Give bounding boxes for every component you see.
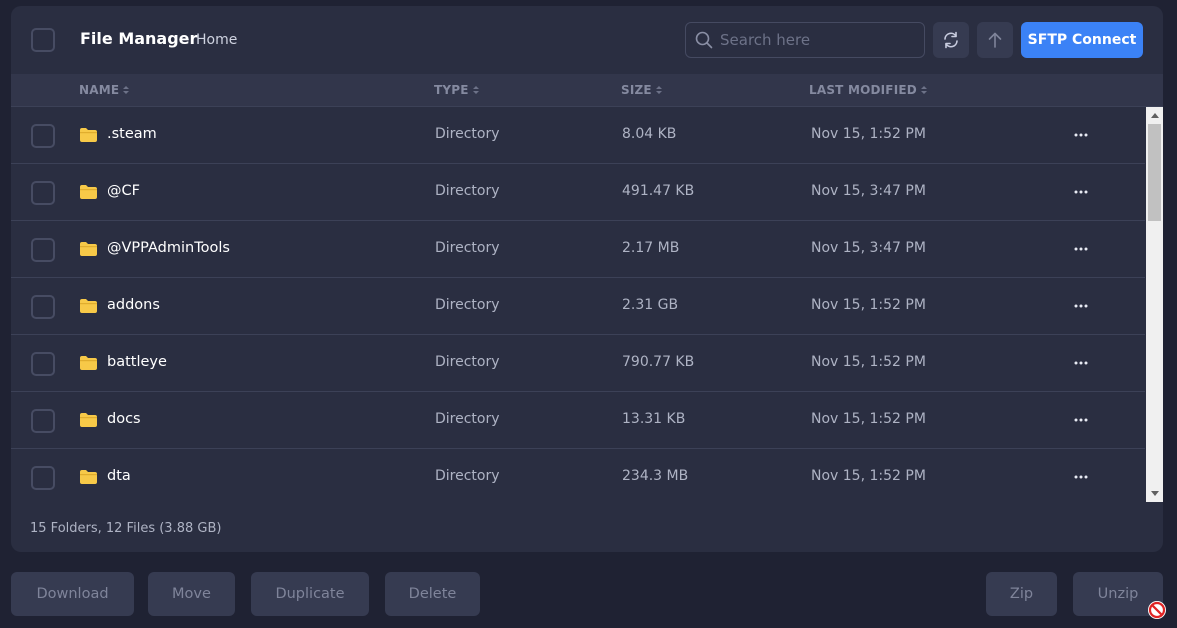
- folder-icon: [80, 413, 97, 427]
- breadcrumb[interactable]: Home: [196, 32, 237, 48]
- sftp-connect-button[interactable]: SFTP Connect: [1021, 22, 1143, 58]
- delete-button[interactable]: Delete: [385, 572, 480, 616]
- table-row[interactable]: docs Directory 13.31 KB Nov 15, 1:52 PM: [11, 392, 1145, 449]
- file-name[interactable]: @CF: [107, 183, 140, 199]
- file-type: Directory: [435, 297, 500, 313]
- caret-up-icon: [1150, 113, 1159, 118]
- file-size: 790.77 KB: [622, 354, 695, 370]
- file-name[interactable]: addons: [107, 297, 160, 313]
- file-size: 2.31 GB: [622, 297, 679, 313]
- file-modified: Nov 15, 1:52 PM: [811, 468, 926, 484]
- search-icon: [695, 31, 713, 49]
- table-row[interactable]: @CF Directory 491.47 KB Nov 15, 3:47 PM: [11, 164, 1145, 221]
- row-checkbox[interactable]: [31, 295, 55, 319]
- folder-icon: [80, 356, 97, 370]
- file-name[interactable]: @VPPAdminTools: [107, 240, 230, 256]
- file-size: 2.17 MB: [622, 240, 680, 256]
- folder-icon: [80, 128, 97, 142]
- column-modified-header[interactable]: LAST MODIFIED: [809, 83, 927, 97]
- arrow-up-icon: [988, 32, 1002, 48]
- file-type: Directory: [435, 183, 500, 199]
- download-button[interactable]: Download: [11, 572, 134, 616]
- column-type-header[interactable]: TYPE: [434, 83, 479, 97]
- file-name[interactable]: docs: [107, 411, 141, 427]
- folder-summary: 15 Folders, 12 Files (3.88 GB): [30, 521, 222, 536]
- row-checkbox[interactable]: [31, 124, 55, 148]
- column-type-label: TYPE: [434, 83, 469, 97]
- more-icon[interactable]: [1074, 418, 1088, 422]
- caret-down-icon: [1150, 491, 1159, 496]
- file-name[interactable]: dta: [107, 468, 131, 484]
- sort-icon: [123, 86, 130, 94]
- file-size: 13.31 KB: [622, 411, 686, 427]
- sort-icon: [655, 86, 662, 94]
- folder-icon: [80, 299, 97, 313]
- more-icon[interactable]: [1074, 361, 1088, 365]
- file-modified: Nov 15, 1:52 PM: [811, 411, 926, 427]
- file-type: Directory: [435, 126, 500, 142]
- file-size: 234.3 MB: [622, 468, 689, 484]
- folder-icon: [80, 242, 97, 256]
- blocked-icon: [1148, 601, 1166, 619]
- file-manager-panel: File Manager Home SFTP Connect: [11, 6, 1163, 552]
- more-icon[interactable]: [1074, 475, 1088, 479]
- table-header: NAME TYPE SIZE LAST MODIFIED: [11, 74, 1163, 107]
- column-size-label: SIZE: [621, 83, 652, 97]
- vertical-scrollbar[interactable]: [1146, 107, 1163, 502]
- file-size: 491.47 KB: [622, 183, 695, 199]
- refresh-icon: [944, 31, 958, 49]
- file-list: .steam Directory 8.04 KB Nov 15, 1:52 PM…: [11, 107, 1145, 502]
- upload-button[interactable]: [977, 22, 1013, 58]
- file-name[interactable]: .steam: [107, 126, 157, 142]
- scrollbar-thumb[interactable]: [1148, 124, 1161, 221]
- search-box[interactable]: [685, 22, 925, 58]
- table-row[interactable]: battleye Directory 790.77 KB Nov 15, 1:5…: [11, 335, 1145, 392]
- table-row[interactable]: addons Directory 2.31 GB Nov 15, 1:52 PM: [11, 278, 1145, 335]
- row-checkbox[interactable]: [31, 352, 55, 376]
- file-modified: Nov 15, 3:47 PM: [811, 240, 926, 256]
- sort-icon: [472, 86, 479, 94]
- refresh-button[interactable]: [933, 22, 969, 58]
- select-all-checkbox[interactable]: [31, 28, 55, 52]
- file-type: Directory: [435, 411, 500, 427]
- row-checkbox[interactable]: [31, 181, 55, 205]
- sort-icon: [920, 86, 927, 94]
- file-type: Directory: [435, 468, 500, 484]
- folder-icon: [80, 185, 97, 199]
- file-name[interactable]: battleye: [107, 354, 167, 370]
- column-modified-label: LAST MODIFIED: [809, 83, 917, 97]
- more-icon[interactable]: [1074, 247, 1088, 251]
- table-row[interactable]: dta Directory 234.3 MB Nov 15, 1:52 PM: [11, 449, 1145, 502]
- file-size: 8.04 KB: [622, 126, 677, 142]
- page-title: File Manager: [80, 29, 198, 48]
- zip-button[interactable]: Zip: [986, 572, 1057, 616]
- folder-icon: [80, 470, 97, 484]
- scroll-down-button[interactable]: [1146, 485, 1163, 502]
- file-manager-header: File Manager Home SFTP Connect: [11, 6, 1163, 74]
- row-checkbox[interactable]: [31, 409, 55, 433]
- file-modified: Nov 15, 1:52 PM: [811, 297, 926, 313]
- file-modified: Nov 15, 1:52 PM: [811, 354, 926, 370]
- more-icon[interactable]: [1074, 190, 1088, 194]
- more-icon[interactable]: [1074, 304, 1088, 308]
- file-modified: Nov 15, 3:47 PM: [811, 183, 926, 199]
- table-row[interactable]: @VPPAdminTools Directory 2.17 MB Nov 15,…: [11, 221, 1145, 278]
- file-type: Directory: [435, 240, 500, 256]
- row-checkbox[interactable]: [31, 466, 55, 490]
- duplicate-button[interactable]: Duplicate: [251, 572, 369, 616]
- table-row[interactable]: .steam Directory 8.04 KB Nov 15, 1:52 PM: [11, 107, 1145, 164]
- column-name-header[interactable]: NAME: [79, 83, 130, 97]
- row-checkbox[interactable]: [31, 238, 55, 262]
- column-size-header[interactable]: SIZE: [621, 83, 662, 97]
- move-button[interactable]: Move: [148, 572, 235, 616]
- column-name-label: NAME: [79, 83, 120, 97]
- file-modified: Nov 15, 1:52 PM: [811, 126, 926, 142]
- search-input[interactable]: [720, 23, 920, 57]
- more-icon[interactable]: [1074, 133, 1088, 137]
- scroll-up-button[interactable]: [1146, 107, 1163, 124]
- file-type: Directory: [435, 354, 500, 370]
